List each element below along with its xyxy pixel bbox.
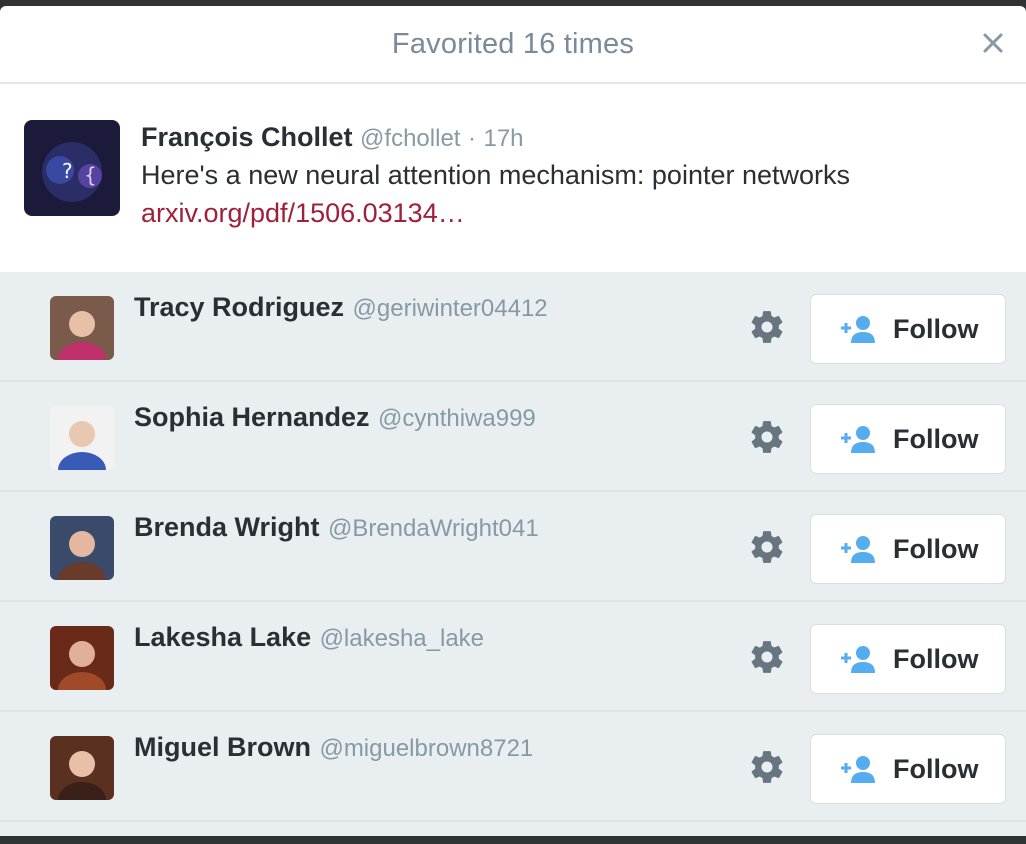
svg-text:{: { <box>84 163 97 187</box>
tweet-separator: · <box>467 125 476 152</box>
user-handle[interactable]: @geriwinter04412 <box>353 295 548 322</box>
tweet-link[interactable]: arxiv.org/pdf/1506.03134… <box>141 194 1006 232</box>
user-name[interactable]: Tracy Rodriguez <box>134 292 344 322</box>
tweet-author-name[interactable]: François Chollet <box>141 122 353 152</box>
user-info: Brenda Wright @BrendaWright041 <box>134 512 539 543</box>
user-handle[interactable]: @BrendaWright041 <box>328 515 539 542</box>
follow-label: Follow <box>893 533 979 564</box>
gear-icon[interactable] <box>748 528 786 566</box>
add-user-icon <box>841 426 875 453</box>
user-handle[interactable]: @miguelbrown8721 <box>319 735 533 762</box>
follow-button[interactable]: Follow <box>810 734 1006 804</box>
user-info: Lakesha Lake @lakesha_lake <box>134 622 484 653</box>
tweet-text: Here's a new neural attention mechanism:… <box>141 160 851 190</box>
user-avatar[interactable] <box>50 406 114 470</box>
follow-label: Follow <box>893 753 979 784</box>
follow-label: Follow <box>893 423 979 454</box>
follow-button[interactable]: Follow <box>810 514 1006 584</box>
tweet-timestamp[interactable]: 17h <box>483 125 523 152</box>
follow-label: Follow <box>893 643 979 674</box>
user-row[interactable]: Miguel Brown @miguelbrown8721 Follow <box>0 712 1026 822</box>
user-row[interactable]: Brenda Wright @BrendaWright041 Follow <box>0 492 1026 602</box>
user-info: Miguel Brown @miguelbrown8721 <box>134 732 533 763</box>
gear-icon[interactable] <box>748 308 786 346</box>
user-avatar[interactable] <box>50 516 114 580</box>
modal-title: Favorited 16 times <box>391 27 635 60</box>
gear-icon[interactable] <box>748 748 786 786</box>
user-name[interactable]: Miguel Brown <box>134 732 311 762</box>
user-avatar[interactable] <box>50 626 114 690</box>
user-avatar[interactable] <box>50 736 114 800</box>
add-user-icon <box>841 536 875 563</box>
follow-button[interactable]: Follow <box>810 294 1006 364</box>
tweet-author-handle[interactable]: @fchollet <box>360 125 460 152</box>
user-info: Sophia Hernandez @cynthiwa999 <box>134 402 536 433</box>
user-name[interactable]: Lakesha Lake <box>134 622 311 652</box>
favorites-modal: Favorited 16 times ? { François Chollet … <box>0 6 1026 836</box>
favorited-tweet[interactable]: ? { François Chollet @fchollet · 17h Her… <box>0 84 1026 272</box>
user-info: Tracy Rodriguez @geriwinter04412 <box>134 292 548 323</box>
follow-label: Follow <box>893 313 979 344</box>
favorited-users-list: Tracy Rodriguez @geriwinter04412 Follow … <box>0 272 1026 836</box>
user-row[interactable]: Sophia Hernandez @cynthiwa999 Follow <box>0 382 1026 492</box>
tweet-header: François Chollet @fchollet · 17h <box>141 120 1006 156</box>
user-row[interactable]: Tracy Rodriguez @geriwinter04412 Follow <box>0 272 1026 382</box>
add-user-icon <box>841 756 875 783</box>
gear-icon[interactable] <box>748 638 786 676</box>
user-row[interactable]: Lakesha Lake @lakesha_lake Follow <box>0 602 1026 712</box>
close-icon[interactable] <box>978 28 1008 58</box>
user-handle[interactable]: @lakesha_lake <box>320 625 484 652</box>
add-user-icon <box>841 646 875 673</box>
tweet-body: François Chollet @fchollet · 17h Here's … <box>141 120 1006 232</box>
follow-button[interactable]: Follow <box>810 404 1006 474</box>
add-user-icon <box>841 316 875 343</box>
follow-button[interactable]: Follow <box>810 624 1006 694</box>
svg-text:?: ? <box>62 159 73 183</box>
modal-header: Favorited 16 times <box>0 6 1026 84</box>
user-name[interactable]: Sophia Hernandez <box>134 402 370 432</box>
tweet-author-avatar[interactable]: ? { <box>24 120 120 216</box>
user-name[interactable]: Brenda Wright <box>134 512 320 542</box>
user-avatar[interactable] <box>50 296 114 360</box>
gear-icon[interactable] <box>748 418 786 456</box>
user-handle[interactable]: @cynthiwa999 <box>378 405 536 432</box>
